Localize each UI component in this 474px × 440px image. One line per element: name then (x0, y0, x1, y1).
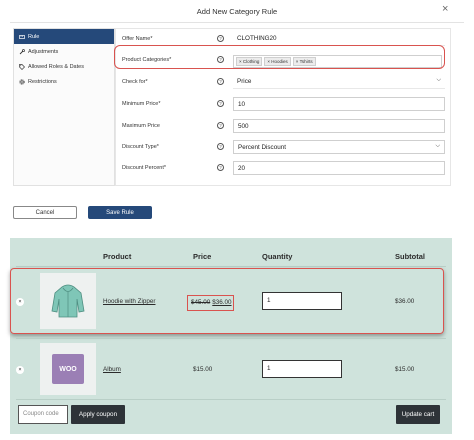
tab-rule[interactable]: Rule (14, 29, 114, 44)
discount-percent-input[interactable]: 20 (233, 161, 445, 175)
ruler-icon (18, 34, 25, 40)
row-divider (16, 399, 446, 400)
tab-restrictions-label: Restrictions (28, 78, 57, 85)
modal-title: Add New Category Rule (196, 7, 278, 16)
discount-type-label: Discount Type* (122, 144, 159, 150)
maximum-price-label: Maximum Price (122, 123, 160, 129)
discount-type-select[interactable]: Percent Discount ⌵ (233, 140, 445, 154)
header-quantity: Quantity (262, 252, 293, 261)
wrench-icon (18, 48, 25, 55)
check-for-row: Check for* ? Price ⌵ (116, 74, 452, 94)
header-price: Price (193, 252, 212, 261)
tab-adjustments-label: Adjustments (28, 48, 59, 55)
update-cart-button[interactable]: Update cart (396, 405, 440, 424)
minimum-price-label: Minimum Price* (122, 101, 161, 107)
tag-icon (18, 63, 25, 70)
check-for-label: Check for* (122, 79, 148, 85)
product-link[interactable]: Album (103, 366, 121, 373)
help-icon[interactable]: ? (217, 100, 224, 107)
help-icon[interactable]: ? (217, 122, 224, 129)
row-divider (16, 338, 446, 339)
product-categories-highlight (114, 45, 445, 69)
minimum-price-row: Minimum Price* ? 10 (116, 96, 452, 116)
check-for-select[interactable]: Price ⌵ (233, 75, 445, 89)
woo-logo: WOO (52, 354, 84, 384)
help-icon[interactable]: ? (217, 78, 224, 85)
offer-name-input[interactable]: CLOTHING20 (233, 32, 445, 46)
row-divider (16, 266, 446, 267)
discount-type-row: Discount Type* ? Percent Discount ⌵ (116, 139, 452, 159)
offer-name-label: Offer Name* (122, 36, 153, 42)
remove-item-icon[interactable]: × (16, 366, 24, 374)
help-icon[interactable]: ? (217, 143, 224, 150)
tab-restrictions[interactable]: Restrictions (14, 74, 114, 89)
item-price: $15.00 (193, 366, 213, 373)
title-divider (10, 22, 464, 23)
discount-percent-row: Discount Percent* ? 20 (116, 160, 452, 180)
check-for-value: Price (237, 78, 252, 85)
hoodie-row-highlight (10, 268, 444, 334)
minimum-price-input[interactable]: 10 (233, 97, 445, 111)
tab-allowed-roles-dates[interactable]: Allowed Roles & Dates (14, 59, 114, 74)
apply-coupon-button[interactable]: Apply coupon (71, 405, 125, 424)
chevron-down-icon: ⌵ (436, 77, 441, 83)
help-icon[interactable]: ? (217, 164, 224, 171)
tab-adjustments[interactable]: Adjustments (14, 44, 114, 59)
header-subtotal: Subtotal (395, 252, 425, 261)
maximum-price-row: Maximum Price ? 500 (116, 118, 452, 138)
coupon-code-input[interactable]: Coupon code (18, 405, 68, 424)
rule-tabs: Rule Adjustments Allowed Roles & Dates R… (13, 28, 115, 186)
quantity-input[interactable]: 1 (262, 360, 342, 378)
save-rule-button[interactable]: Save Rule (88, 206, 152, 219)
tab-allowed-roles-dates-label: Allowed Roles & Dates (28, 63, 84, 70)
cancel-button[interactable]: Cancel (13, 206, 77, 219)
item-subtotal: $15.00 (395, 366, 415, 373)
discount-type-value: Percent Discount (238, 144, 286, 151)
chevron-down-icon: ⌵ (435, 143, 440, 149)
discount-percent-label: Discount Percent* (122, 165, 167, 171)
close-icon[interactable]: × (442, 3, 448, 15)
header-product: Product (103, 252, 132, 261)
help-icon[interactable]: ? (217, 35, 224, 42)
album-thumbnail: WOO (40, 343, 96, 395)
maximum-price-input[interactable]: 500 (233, 119, 445, 133)
tab-rule-label: Rule (28, 33, 40, 40)
gear-icon (18, 78, 25, 85)
